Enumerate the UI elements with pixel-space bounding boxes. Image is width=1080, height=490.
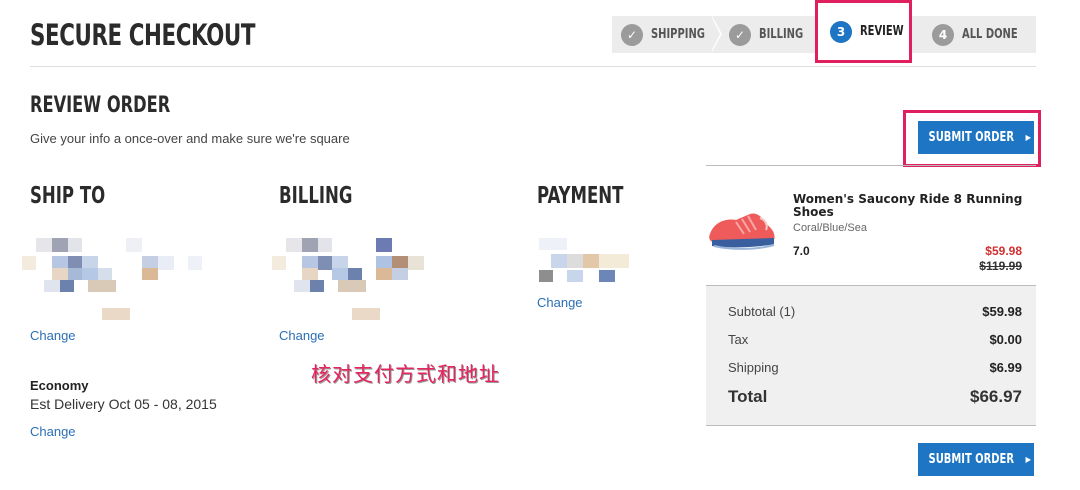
review-step-highlight: 3 REVIEW [815, 0, 912, 63]
step-shipping-check-icon: ✓ [621, 23, 643, 46]
review-order-subtitle: Give your info a once-over and make sure… [30, 131, 350, 146]
step-billing-check-icon: ✓ [729, 23, 751, 46]
step-review[interactable]: 3 REVIEW [830, 13, 911, 50]
step-shipping[interactable]: ✓ SHIPPING [621, 16, 714, 53]
header-divider [30, 66, 1036, 67]
payment-info-redacted [539, 238, 639, 288]
total-label: Total [728, 387, 768, 406]
total-value: $66.97 [970, 387, 1022, 406]
tax-row: Tax $0.00 [728, 332, 1022, 347]
shipping-method-name: Economy [30, 378, 89, 393]
running-shoe-image [709, 213, 775, 250]
order-totals: Subtotal (1) $59.98 Tax $0.00 Shipping $… [706, 285, 1036, 426]
subtotal-label: Subtotal (1) [728, 304, 796, 319]
tax-value: $0.00 [989, 332, 1022, 347]
total-row: Total $66.97 [728, 387, 1022, 407]
billing-address-redacted [272, 238, 452, 323]
subtotal-value: $59.98 [982, 304, 1022, 319]
steps-tail: 4 ALL DONE [912, 16, 1036, 53]
shipping-row: Shipping $6.99 [728, 360, 1022, 375]
product-size: 7.0 [793, 244, 810, 258]
summary-divider [706, 165, 1036, 166]
step-all-done[interactable]: 4 ALL DONE [932, 16, 1027, 53]
submit-order-button-top[interactable]: SUBMIT ORDER ▶ [918, 121, 1034, 154]
step-billing-label: BILLING [759, 27, 804, 42]
product-original-price: $119.99 [979, 259, 1022, 273]
payment-change-link[interactable]: Change [537, 295, 583, 310]
step-shipping-label: SHIPPING [651, 27, 705, 42]
caret-right-icon: ▶ [1025, 133, 1032, 142]
step-all-done-number: 4 [932, 23, 954, 46]
step-all-done-label: ALL DONE [962, 27, 1018, 42]
step-billing[interactable]: ✓ BILLING [729, 16, 811, 53]
annotation-text: 核对支付方式和地址 [311, 362, 500, 386]
product-color: Coral/Blue/Sea [793, 222, 867, 234]
shipping-label: Shipping [728, 360, 779, 375]
caret-right-icon: ▶ [1025, 455, 1032, 464]
tax-label: Tax [728, 332, 749, 347]
step-review-number: 3 [830, 20, 852, 43]
step-review-label: REVIEW [860, 24, 904, 39]
subtotal-row: Subtotal (1) $59.98 [728, 304, 1022, 319]
billing-change-link[interactable]: Change [279, 328, 325, 343]
product-sale-price: $59.98 [985, 244, 1022, 258]
billing-title: BILLING [279, 183, 353, 209]
product-name[interactable]: Women's Saucony Ride 8 Running Shoes [793, 193, 1029, 219]
submit-order-label: SUBMIT ORDER [928, 130, 1014, 145]
shipping-value: $6.99 [989, 360, 1022, 375]
submit-order-button-bottom[interactable]: SUBMIT ORDER ▶ [918, 443, 1034, 476]
shipping-estimate: Est Delivery Oct 05 - 08, 2015 [30, 396, 217, 412]
review-order-title: REVIEW ORDER [30, 93, 171, 118]
page-title: SECURE CHECKOUT [30, 18, 256, 52]
ship-to-title: SHIP TO [30, 183, 106, 209]
payment-title: PAYMENT [537, 183, 624, 209]
ship-to-change-link[interactable]: Change [30, 328, 76, 343]
submit-order-label-bottom: SUBMIT ORDER [928, 452, 1014, 467]
ship-to-address-redacted [22, 238, 202, 323]
shipping-method-change-link[interactable]: Change [30, 424, 76, 439]
